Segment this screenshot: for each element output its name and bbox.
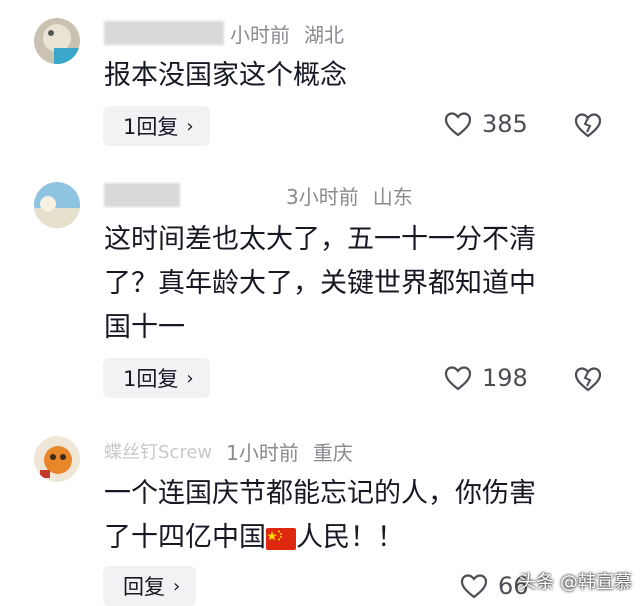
avatar[interactable] [34, 436, 80, 482]
reply-button[interactable]: 回复 › [103, 566, 197, 606]
comment-text-segment: 人民！！ [296, 522, 404, 553]
username-blurred[interactable] [104, 183, 180, 207]
china-flag-icon [266, 527, 296, 550]
like-count: 385 [482, 110, 528, 138]
comment-text: 报本没国家这个概念 [104, 60, 347, 91]
comment-time: 3小时前 [286, 184, 359, 209]
username-blurred[interactable] [104, 21, 224, 45]
watermark: 头条 @韩宣慕 [518, 572, 632, 593]
like-button[interactable]: 198 [444, 364, 528, 392]
heart-outline-icon [444, 366, 472, 391]
comment-text-line: 这时间差也太大了，五一十一分不清 [104, 224, 536, 255]
avatar[interactable] [34, 182, 80, 228]
broken-heart-icon [574, 113, 602, 138]
like-button[interactable]: 385 [444, 110, 528, 138]
comment-text-line: 国十一 [104, 312, 185, 343]
comment-text-line: 一个连国庆节都能忘记的人，你伤害 [104, 478, 536, 509]
reply-button[interactable]: 1回复 › [103, 106, 210, 146]
avatar[interactable] [34, 18, 80, 64]
comment-meta: 3小时前 山东 [104, 180, 413, 210]
comment-text-line: 了？真年龄大了，关键世界都知道中 [104, 268, 536, 299]
comment-meta: 蝶丝钉Screw 1小时前 重庆 [104, 436, 353, 466]
broken-heart-icon [574, 367, 602, 392]
heart-outline-icon [460, 574, 488, 599]
dislike-button[interactable] [574, 366, 602, 396]
comment-location: 重庆 [312, 440, 353, 465]
reply-button[interactable]: 1回复 › [103, 358, 210, 398]
chevron-right-icon: › [173, 575, 181, 597]
comment-location: 山东 [372, 184, 413, 209]
reply-label: 1回复 [123, 115, 179, 139]
comment-time: 小时前 [230, 22, 290, 47]
dislike-button[interactable] [574, 112, 602, 142]
username[interactable]: 蝶丝钉Screw [104, 438, 212, 464]
chevron-right-icon: › [186, 115, 194, 137]
comment-text-segment: 了十四亿中国 [104, 522, 266, 553]
comment-time: 1小时前 [226, 440, 299, 465]
heart-outline-icon [444, 112, 472, 137]
comment-location: 湖北 [304, 22, 344, 47]
reply-label: 回复 [123, 575, 165, 599]
chevron-right-icon: › [186, 367, 194, 389]
like-count: 198 [482, 364, 528, 392]
comment-meta: 小时前 湖北 [104, 18, 344, 48]
comment-text: 这时间差也太大了，五一十一分不清 了？真年龄大了，关键世界都知道中 国十一 [104, 218, 614, 350]
comment-text-line: 了十四亿中国 人民！！ [104, 516, 614, 560]
reply-label: 1回复 [123, 367, 179, 391]
comment-text: 一个连国庆节都能忘记的人，你伤害 了十四亿中国 人民！！ [104, 472, 614, 560]
